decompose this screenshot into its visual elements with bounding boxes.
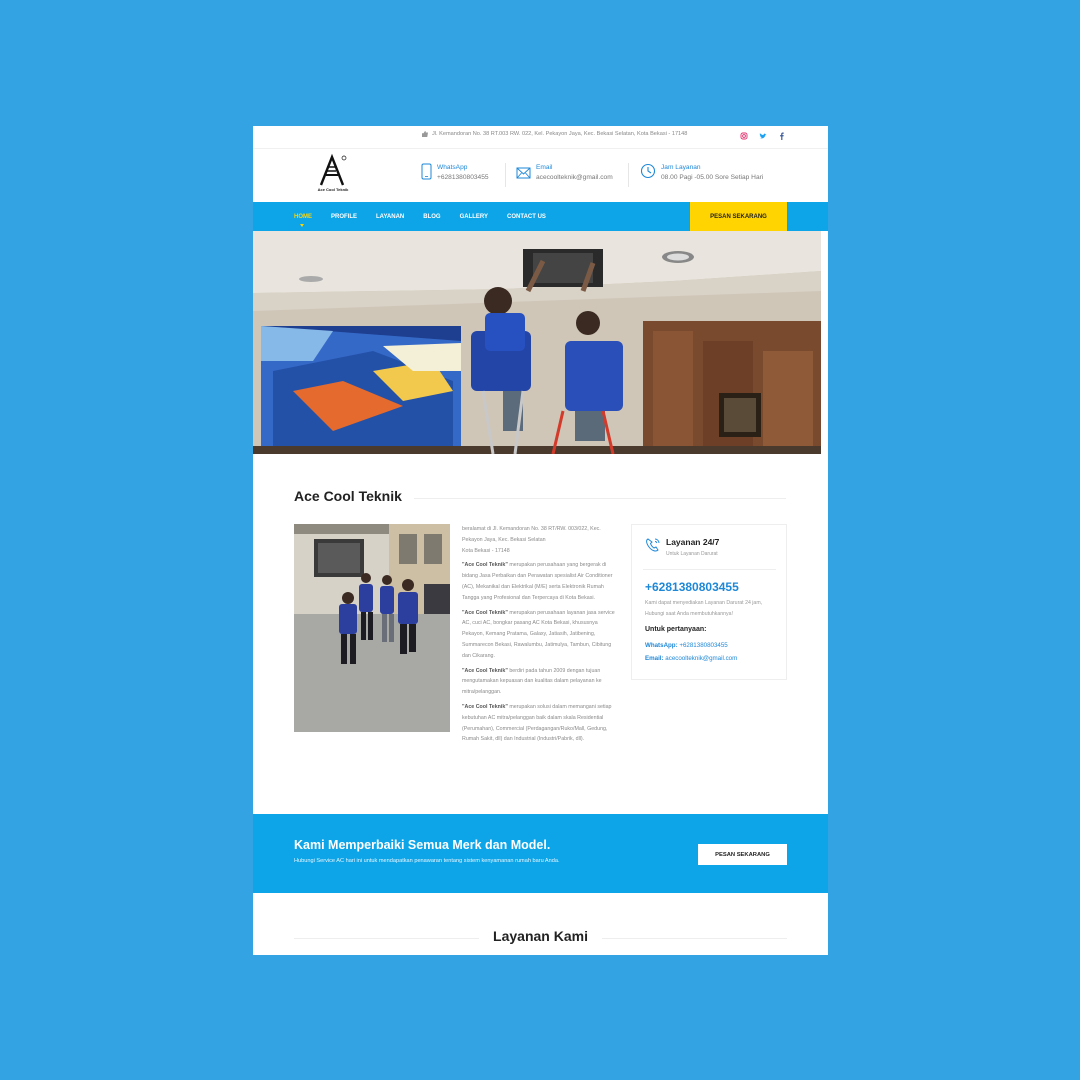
nav-blog[interactable]: BLOG	[423, 214, 440, 220]
banner-title: Kami Memperbaiki Semua Merk dan Model.	[294, 838, 551, 852]
about-description: beralamat di Jl. Kemandoran No. 38 RT/RW…	[462, 524, 620, 749]
website-frame: Jl. Kemandoran No. 38 RT.003 RW. 022, Ke…	[253, 126, 828, 955]
instagram-icon[interactable]	[740, 132, 748, 140]
thumbs-up-icon	[422, 131, 428, 137]
card-title: Layanan 24/7	[666, 537, 720, 547]
divider	[505, 163, 506, 187]
mobile-phone-icon	[421, 163, 432, 180]
nav-layanan[interactable]: LAYANAN	[376, 214, 404, 220]
envelope-icon	[516, 167, 531, 179]
header-hours: Jam Layanan 08.00 Pagi -05.00 Sore Setia…	[640, 163, 763, 183]
card-whatsapp[interactable]: WhatsApp: +6281380803455	[645, 642, 728, 649]
banner-order-button[interactable]: PESAN SEKARANG	[698, 844, 787, 865]
card-description: Kami dapat menyediakan Layanan Darurat 2…	[645, 600, 763, 617]
nav-home[interactable]: HOME	[294, 214, 312, 227]
paragraph-text: merupakan perusahaan layanan jasa servic…	[462, 609, 615, 659]
hours-value: 08.00 Pagi -05.00 Sore Setiap Hari	[661, 174, 764, 181]
email-label: Email	[536, 164, 553, 171]
about-paragraph: "Ace Cool Teknik" merupakan perusahaan y…	[462, 560, 620, 603]
whatsapp-label: WhatsApp	[437, 164, 468, 171]
card-divider	[643, 569, 776, 570]
address-line: beralamat di Jl. Kemandoran No. 38 RT/RW…	[462, 526, 601, 543]
card-subtitle: Untuk Layanan Darurat	[666, 551, 718, 557]
whatsapp-label: WhatsApp:	[645, 642, 678, 649]
about-title: Ace Cool Teknik	[294, 488, 402, 504]
about-paragraph: "Ace Cool Teknik" merupakan perusahaan l…	[462, 608, 620, 662]
services-title: Layanan Kami	[479, 928, 602, 944]
logo-mark-icon	[319, 153, 347, 186]
email-address: acecoolteknik@gmail.com	[663, 655, 738, 662]
title-divider	[414, 498, 786, 499]
brand-name: "Ace Cool Teknik"	[462, 703, 508, 710]
hours-label: Jam Layanan	[661, 164, 701, 171]
nav-gallery[interactable]: GALLERY	[460, 214, 488, 220]
whatsapp-number: +6281380803455	[437, 174, 489, 181]
brand-name: "Ace Cool Teknik"	[462, 667, 508, 674]
services-heading: Layanan Kami	[253, 928, 828, 946]
facebook-icon[interactable]	[778, 132, 786, 140]
address-line: Kota Bekasi - 17148	[462, 547, 510, 554]
header-whatsapp[interactable]: WhatsApp +6281380803455	[421, 163, 489, 183]
order-now-button[interactable]: PESAN SEKARANG	[690, 202, 787, 231]
nav-contact-us[interactable]: CONTACT US	[507, 214, 546, 220]
logo-text: Ace Cool Teknik	[317, 187, 349, 192]
team-photo	[294, 524, 450, 732]
email-label: Email:	[645, 655, 664, 662]
email-address: acecoolteknik@gmail.com	[536, 174, 613, 181]
emergency-service-card: Layanan 24/7 Untuk Layanan Darurat +6281…	[631, 524, 787, 680]
banner-subtitle: Hubungi Service AC hari ini untuk mendap…	[294, 858, 560, 864]
twitter-icon[interactable]	[759, 132, 767, 140]
top-bar: Jl. Kemandoran No. 38 RT.003 RW. 022, Ke…	[253, 126, 828, 148]
clock-icon	[640, 163, 656, 179]
about-paragraph: "Ace Cool Teknik" merupakan solusi dalam…	[462, 702, 620, 745]
nav-profile[interactable]: PROFILE	[331, 214, 357, 220]
phone-support-icon	[646, 538, 660, 552]
card-email[interactable]: Email: acecoolteknik@gmail.com	[645, 655, 737, 662]
whatsapp-number: +6281380803455	[677, 642, 728, 649]
emergency-phone[interactable]: +6281380803455	[645, 580, 739, 594]
address-bar: Jl. Kemandoran No. 38 RT.003 RW. 022, Ke…	[421, 131, 687, 137]
inquiry-heading: Untuk pertanyaan:	[645, 626, 707, 633]
header-email[interactable]: Email acecoolteknik@gmail.com	[516, 163, 613, 183]
brand-name: "Ace Cool Teknik"	[462, 609, 508, 616]
divider	[628, 163, 629, 187]
address-text: Jl. Kemandoran No. 38 RT.003 RW. 022, Ke…	[432, 131, 688, 137]
brand-name: "Ace Cool Teknik"	[462, 562, 508, 569]
cta-banner: Kami Memperbaiki Semua Merk dan Model. H…	[253, 814, 828, 893]
site-logo[interactable]: Ace Cool Teknik	[315, 153, 351, 193]
about-paragraph: "Ace Cool Teknik" berdiri pada tahun 200…	[462, 666, 620, 698]
hero-image	[253, 231, 821, 454]
site-header: Ace Cool Teknik WhatsApp +6281380803455 …	[253, 148, 828, 201]
main-nav: HOME PROFILE LAYANAN BLOG GALLERY CONTAC…	[253, 202, 828, 231]
social-links	[740, 132, 786, 140]
